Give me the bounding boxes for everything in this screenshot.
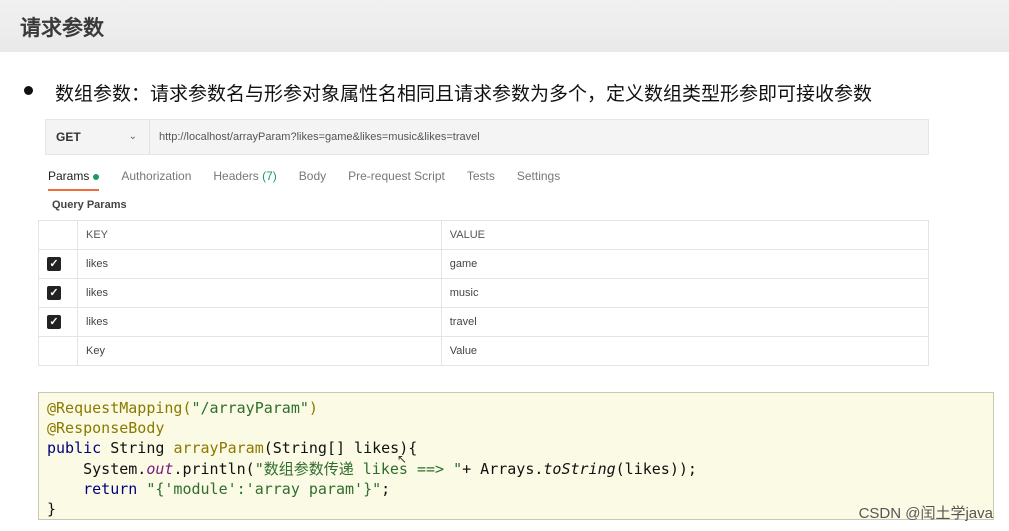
- new-key-input[interactable]: Key: [77, 336, 442, 366]
- url-input[interactable]: http://localhost/arrayParam?likes=game&l…: [159, 120, 480, 154]
- code-punct: ): [308, 399, 318, 417]
- new-value-input[interactable]: Value: [440, 336, 930, 366]
- code-text: }: [47, 500, 57, 519]
- request-bar: GET ⌄ http://localhost/arrayParam?likes=…: [45, 119, 929, 155]
- check-icon[interactable]: ✓: [47, 315, 61, 329]
- code-string: "/arrayParam": [191, 399, 309, 417]
- key-header: KEY: [77, 220, 442, 250]
- code-field: out: [146, 459, 174, 478]
- checkbox-header: [38, 220, 78, 250]
- page-title: 请求参数: [20, 16, 104, 40]
- annotation-request-mapping: @RequestMapping(: [47, 399, 192, 417]
- code-text: String: [101, 439, 174, 458]
- query-params-label: Query Params: [52, 199, 127, 211]
- tab-tests[interactable]: Tests: [467, 169, 495, 191]
- check-icon[interactable]: ✓: [47, 286, 61, 300]
- tab-params-label: Params: [48, 169, 90, 183]
- table-row: ✓ likes game: [38, 249, 930, 279]
- value-header: VALUE: [440, 220, 930, 250]
- chevron-down-icon: ⌄: [128, 131, 137, 142]
- postman-panel: GET ⌄ http://localhost/arrayParam?likes=…: [38, 113, 930, 368]
- code-text: (String[] likes){: [263, 439, 418, 458]
- code-string: "{'module':'array param'}": [146, 479, 382, 498]
- query-params-table: KEY VALUE ✓ likes game ✓ likes music ✓ l…: [38, 220, 930, 366]
- code-method-name: arrayParam: [173, 439, 264, 458]
- table-row-empty: Key Value: [38, 336, 930, 366]
- code-block: @RequestMapping("/arrayParam") @Response…: [38, 392, 994, 520]
- code-keyword: return: [47, 479, 138, 498]
- param-key[interactable]: likes: [77, 307, 442, 337]
- request-tabs: Params Authorization Headers (7) Body Pr…: [48, 169, 582, 191]
- tab-body[interactable]: Body: [299, 169, 326, 191]
- bullet-dot: [24, 86, 33, 95]
- code-text: System.: [47, 459, 147, 478]
- param-value[interactable]: music: [440, 278, 930, 308]
- code-string: "数组参数传递 likes ==> ": [254, 459, 463, 478]
- tab-authorization[interactable]: Authorization: [121, 169, 191, 191]
- title-bar: 请求参数: [0, 0, 1009, 52]
- tab-settings[interactable]: Settings: [517, 169, 560, 191]
- watermark: CSDN @闰土学java: [858, 505, 993, 522]
- mouse-cursor-icon: ↖: [397, 452, 408, 466]
- table-row: ✓ likes travel: [38, 307, 930, 337]
- table-row: ✓ likes music: [38, 278, 930, 308]
- bullet-text: 数组参数：请求参数名与形参对象属性名相同且请求参数为多个，定义数组类型形参即可接…: [55, 83, 873, 105]
- param-value[interactable]: game: [440, 249, 930, 279]
- code-text: ;: [381, 479, 391, 498]
- code-text: .println(: [173, 459, 255, 478]
- tab-headers[interactable]: Headers (7): [213, 169, 276, 191]
- code-text: + Arrays.: [462, 459, 544, 478]
- table-header-row: KEY VALUE: [38, 220, 930, 250]
- tab-prerequest-script[interactable]: Pre-request Script: [348, 169, 445, 191]
- code-keyword: public: [47, 439, 102, 458]
- param-value[interactable]: travel: [440, 307, 930, 337]
- param-key[interactable]: likes: [77, 249, 442, 279]
- tab-params[interactable]: Params: [48, 169, 100, 191]
- check-icon[interactable]: ✓: [47, 257, 61, 271]
- annotation-response-body: @ResponseBody: [47, 419, 165, 438]
- active-indicator-icon: [93, 173, 100, 180]
- headers-count: (7): [262, 169, 277, 183]
- method-label: GET: [56, 130, 81, 144]
- param-key[interactable]: likes: [77, 278, 442, 308]
- code-method-call: toString: [543, 459, 616, 478]
- tab-headers-label: Headers: [213, 169, 259, 183]
- method-select[interactable]: GET ⌄: [46, 120, 150, 154]
- code-text: (likes));: [615, 459, 697, 478]
